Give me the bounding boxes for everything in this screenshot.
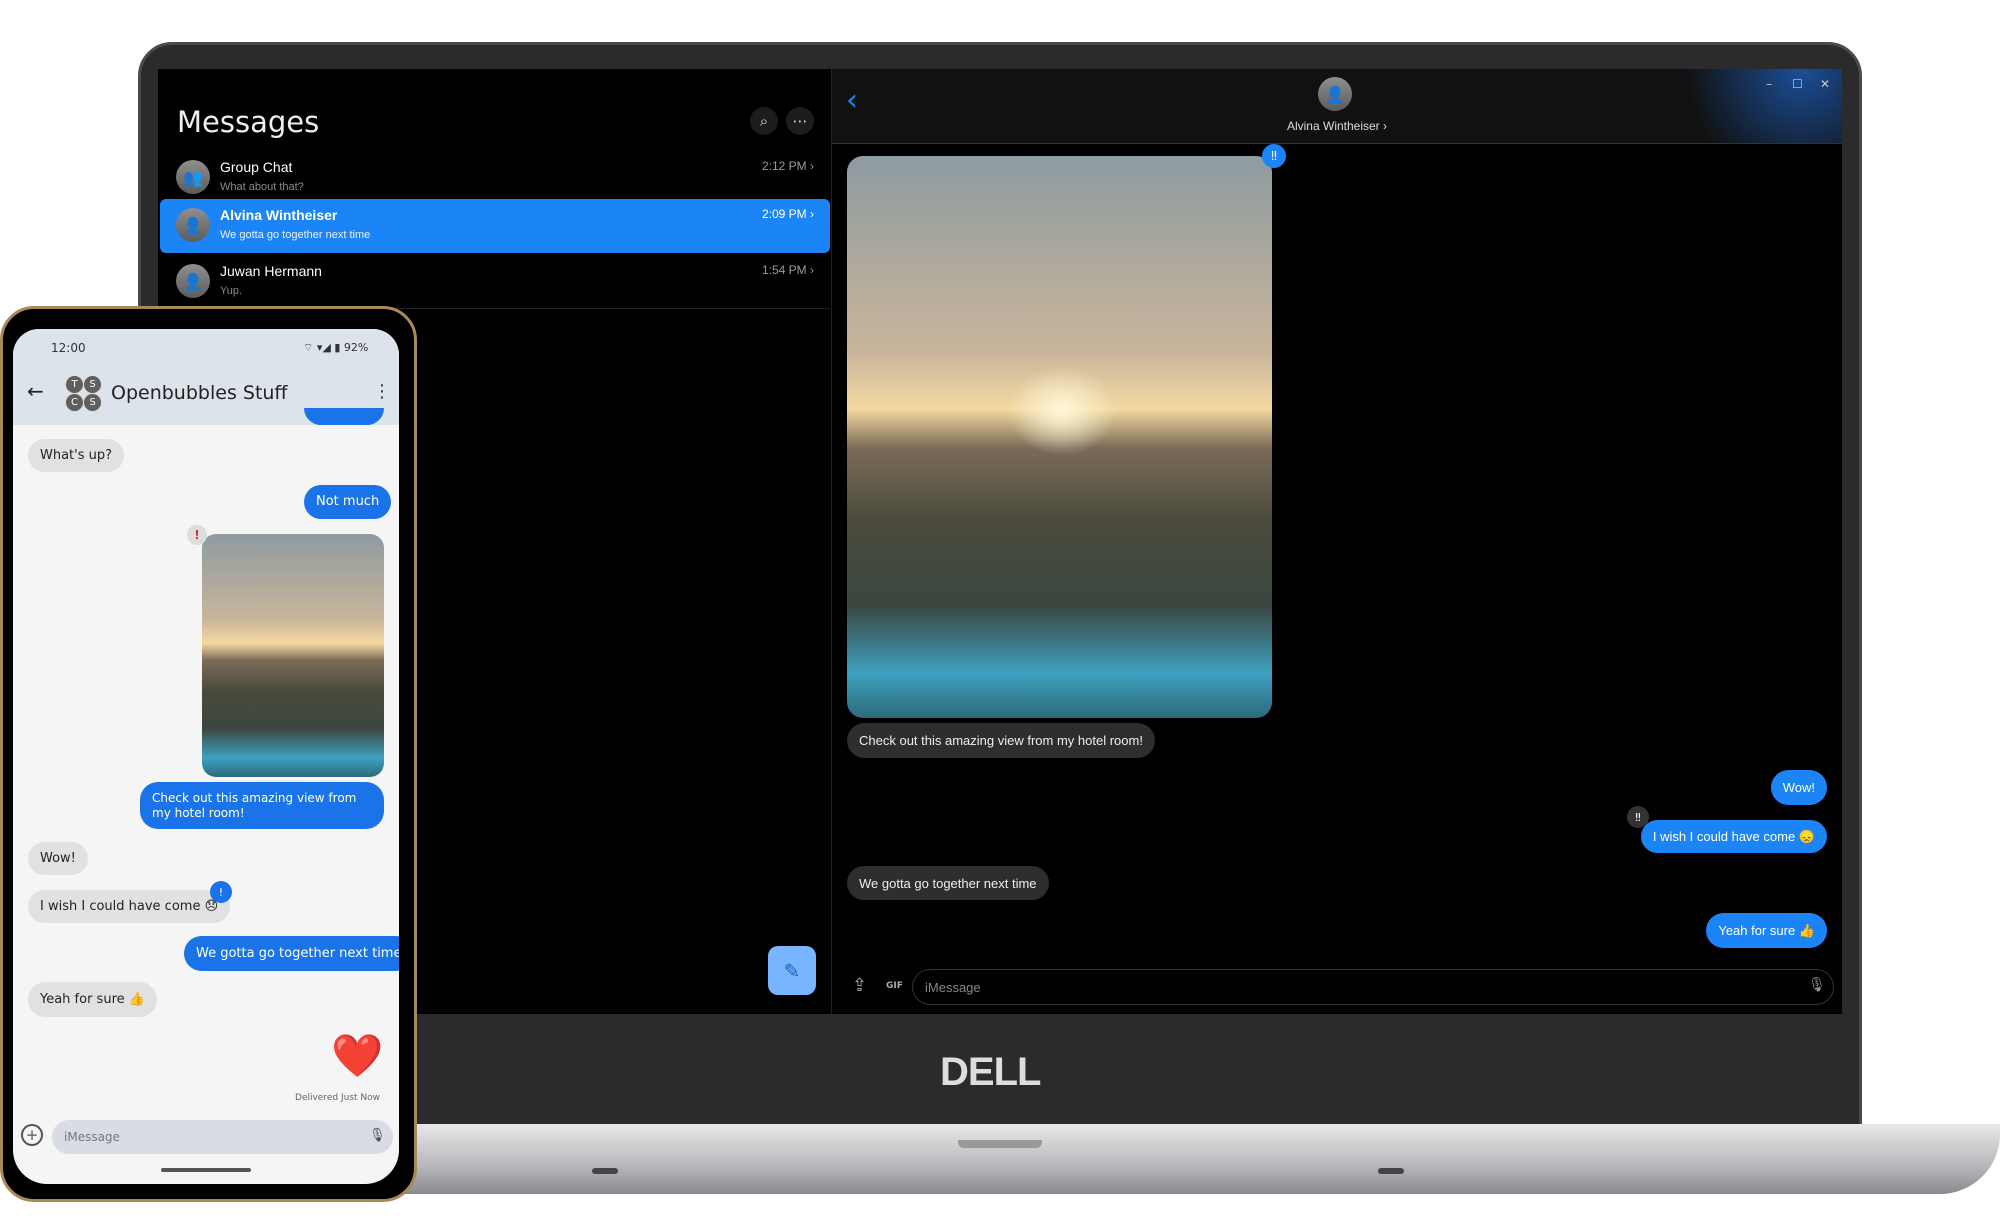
message-bubble-sent: I wish I could have come 😞	[1640, 820, 1827, 853]
close-button[interactable]: ✕	[1820, 77, 1830, 91]
laptop-notch	[958, 1140, 1042, 1148]
conversation-name: Group Chat	[220, 159, 293, 175]
message-bubble-partial	[304, 408, 384, 425]
contact-name[interactable]: Alvina Wintheiser ›	[832, 119, 1842, 133]
microphone-icon[interactable]: 🎙	[369, 1128, 386, 1143]
reaction-badge: ‼	[1627, 806, 1649, 828]
home-indicator	[161, 1168, 251, 1172]
message-bubble-received: Check out this amazing view from my hote…	[847, 723, 1155, 758]
message-bubble-received: Yeah for sure 👍	[28, 982, 157, 1017]
message-bubble-sent: Wow!	[1770, 770, 1827, 805]
more-button[interactable]: ⋯	[786, 107, 814, 135]
pencil-icon: ✎	[783, 958, 801, 983]
add-attachment-icon[interactable]: +	[21, 1124, 43, 1146]
laptop-base	[300, 1124, 2000, 1194]
chat-header: ‹ 👤 Alvina Wintheiser › – ☐ ✕	[832, 69, 1842, 144]
message-bubble-sent: Yeah for sure 👍	[1706, 913, 1827, 948]
message-bubble-sent: Check out this amazing view from my hote…	[140, 782, 384, 829]
message-input[interactable]: iMessage	[52, 1120, 393, 1154]
message-bubble-received: What's up?	[28, 439, 125, 472]
conversation-time: 2:12 PM ›	[761, 159, 814, 173]
group-avatar[interactable]: T S C S	[65, 375, 105, 415]
message-bubble-received: We gotta go together next time	[847, 866, 1049, 900]
microphone-icon[interactable]: 🎙	[1808, 977, 1826, 993]
conversation-time: 2:09 PM ›	[761, 207, 814, 221]
message-input[interactable]: iMessage	[912, 969, 1834, 1005]
message-bubble-received: Wow!	[28, 842, 88, 875]
heart-emoji-message: ❤️	[331, 1031, 384, 1080]
compose-button[interactable]: ✎	[768, 946, 816, 995]
status-icons: ⌔ ▾◢ ▮ 92%	[303, 341, 369, 354]
delivered-status: Delivered Just Now	[295, 1093, 380, 1103]
attachment-icon[interactable]: ⇪	[852, 975, 867, 996]
status-time: 12:00	[51, 341, 86, 355]
message-bubble-sent: We gotta go together next time	[184, 936, 399, 971]
group-avatar: 👥	[176, 160, 210, 194]
conversation-item[interactable]: 👥 Group Chat What about that? 2:12 PM ›	[160, 151, 830, 205]
more-horizontal-icon: ⋯	[792, 112, 808, 130]
back-chevron-icon[interactable]: ‹	[846, 83, 858, 118]
conversation-name: Alvina Wintheiser	[220, 207, 338, 223]
avatar: 👤	[176, 208, 210, 242]
conversation-item[interactable]: 👤 Juwan Hermann Yup. 1:54 PM ›	[160, 255, 830, 309]
image-attachment[interactable]	[847, 156, 1272, 718]
laptop-foot	[1378, 1168, 1404, 1174]
minimize-button[interactable]: –	[1766, 77, 1772, 91]
search-icon: ⌕	[759, 112, 769, 130]
conversation-preview: Yup.	[220, 285, 243, 297]
phone-app: 12:00 ⌔ ▾◢ ▮ 92% ← T S C S Openbubbles S…	[13, 329, 399, 1184]
dell-logo: DELL	[940, 1050, 1041, 1094]
search-button[interactable]: ⌕	[750, 107, 778, 135]
reaction-badge: !	[210, 881, 232, 903]
conversation-time: 1:54 PM ›	[761, 263, 814, 277]
reaction-badge: !	[187, 525, 207, 545]
laptop-foot	[592, 1168, 618, 1174]
conversation-item-selected[interactable]: 👤 Alvina Wintheiser We gotta go together…	[160, 199, 830, 253]
image-attachment[interactable]	[202, 534, 384, 777]
conversation-name: Juwan Hermann	[220, 263, 322, 279]
reaction-badge: ‼	[1262, 144, 1286, 168]
conversation-preview: What about that?	[220, 181, 304, 193]
back-arrow-icon[interactable]: ←	[27, 379, 44, 403]
conversation-title: Openbubbles Stuff	[111, 382, 288, 404]
conversation-preview: We gotta go together next time	[220, 229, 371, 241]
gif-button[interactable]: GIF	[886, 981, 903, 991]
maximize-button[interactable]: ☐	[1792, 77, 1803, 91]
message-bubble-received: I wish I could have come 😞	[28, 890, 231, 923]
contact-avatar[interactable]: 👤	[1318, 77, 1352, 111]
chat-pane: ‹ 👤 Alvina Wintheiser › – ☐ ✕ ‼ Check ou…	[832, 69, 1842, 1014]
message-bubble-sent: Not much	[304, 485, 392, 519]
more-vertical-icon[interactable]: ⋮	[373, 381, 391, 402]
page-title: Messages	[177, 105, 320, 139]
avatar: 👤	[176, 264, 210, 298]
